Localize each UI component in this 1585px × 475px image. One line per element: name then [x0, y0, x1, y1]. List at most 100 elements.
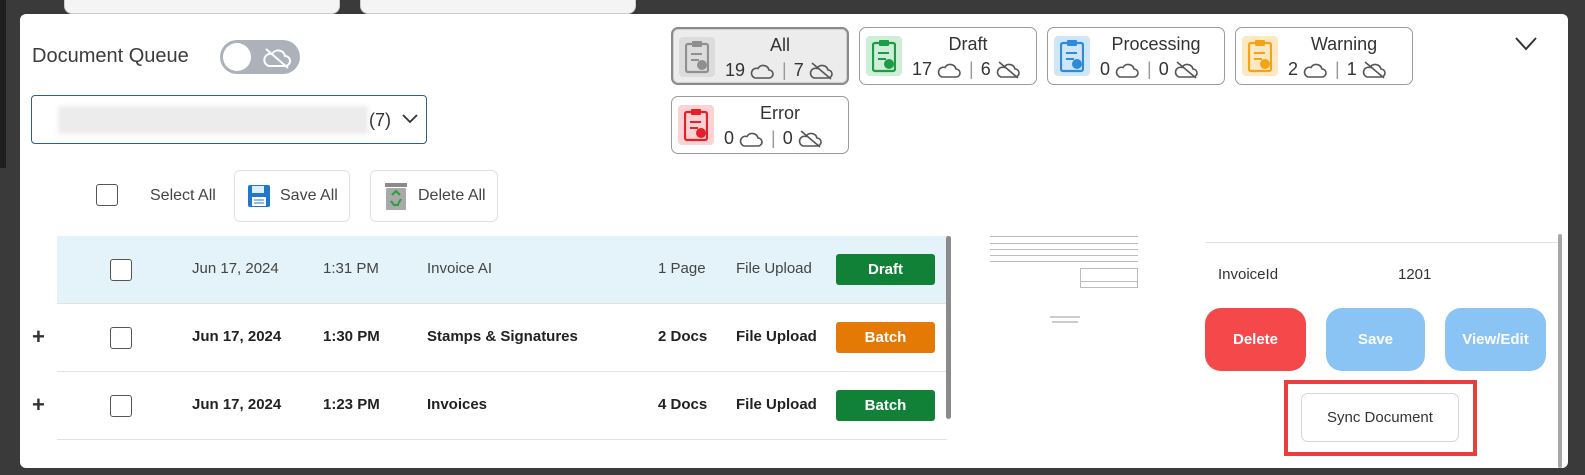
status-card-error[interactable]: Error 0 | 0	[671, 96, 849, 154]
status-card-label: All	[769, 35, 790, 55]
delete-all-label: Delete All	[418, 187, 486, 204]
cloud-count: 0	[1100, 59, 1111, 79]
row-document-name: Invoices	[427, 396, 488, 413]
collapse-chevron-icon[interactable]	[1515, 37, 1537, 51]
row-page-count: 1 Page	[658, 260, 706, 277]
page-title: Document Queue	[32, 45, 189, 67]
status-card-counts: 17 | 6	[912, 59, 1021, 80]
row-document-name: Stamps & Signatures	[427, 328, 578, 345]
offline-count: 7	[793, 60, 804, 80]
view-edit-button[interactable]: View/Edit	[1445, 308, 1546, 371]
delete-all-button[interactable]: Delete All	[370, 170, 498, 222]
preview-totals-box	[1080, 268, 1138, 288]
save-all-button[interactable]: Save All	[234, 170, 350, 222]
field-value-invoice-id: 1201	[1398, 266, 1432, 283]
cloud-count: 19	[725, 60, 746, 80]
expand-row-icon[interactable]: +	[32, 392, 45, 418]
offline-count: 6	[980, 59, 991, 79]
status-card-label: Draft	[948, 34, 988, 54]
offline-count: 0	[1158, 59, 1169, 79]
clipboard-icon	[1242, 36, 1278, 76]
row-checkbox[interactable]	[110, 327, 132, 349]
row-page-count: 4 Docs	[658, 396, 708, 413]
document-preview-thumbnail[interactable]	[990, 236, 1138, 328]
detail-divider	[1205, 242, 1560, 243]
row-time: 1:31 PM	[323, 260, 379, 277]
offline-count: 0	[782, 128, 793, 148]
cloud-icon	[1303, 63, 1327, 78]
row-source: File Upload	[736, 396, 817, 413]
preview-footer-text	[1050, 316, 1080, 318]
cloud-sync-toggle[interactable]	[220, 40, 300, 74]
recycle-bin-icon	[385, 183, 407, 210]
status-card-counts: 0 | 0	[724, 128, 823, 149]
queue-count: (7)	[369, 110, 391, 130]
row-date: Jun 17, 2024	[192, 260, 279, 277]
offline-count: 1	[1346, 59, 1357, 79]
cloud-off-icon	[1174, 60, 1198, 79]
status-card-counts: 2 | 1	[1288, 59, 1387, 80]
row-time: 1:23 PM	[323, 396, 380, 413]
status-badge[interactable]: Draft	[836, 254, 935, 285]
detail-scrollbar[interactable]	[1558, 234, 1562, 468]
redacted-queue-name	[58, 106, 368, 134]
chevron-down-icon	[402, 114, 418, 124]
cloud-icon	[750, 64, 774, 79]
cloud-off-icon	[1362, 60, 1386, 79]
row-page-count: 2 Docs	[658, 328, 708, 345]
cloud-off-icon	[263, 48, 291, 69]
row-date: Jun 17, 2024	[192, 396, 282, 413]
table-row[interactable]: Jun 17, 2024 1:30 PM Stamps & Signatures 2 …	[57, 304, 947, 372]
status-card-processing[interactable]: Processing 0 | 0	[1047, 27, 1225, 85]
cloud-count: 0	[724, 128, 735, 148]
cloud-icon	[1115, 63, 1139, 78]
row-date: Jun 17, 2024	[192, 328, 282, 345]
cloud-off-icon	[798, 129, 822, 148]
cloud-icon	[739, 132, 763, 147]
save-all-label: Save All	[280, 187, 338, 204]
save-button[interactable]: Save	[1326, 308, 1425, 371]
status-card-label: Warning	[1310, 34, 1378, 54]
list-scrollbar[interactable]	[946, 236, 951, 419]
delete-button[interactable]: Delete	[1205, 308, 1306, 371]
field-label-invoice-id: InvoiceId	[1218, 266, 1279, 283]
select-all-label: Select All	[150, 187, 216, 204]
clipboard-icon	[1054, 36, 1090, 76]
clipboard-icon	[678, 105, 714, 145]
status-card-draft[interactable]: Draft 17 | 6	[859, 27, 1037, 85]
status-badge[interactable]: Batch	[836, 390, 935, 421]
status-badge[interactable]: Batch	[836, 322, 935, 353]
cloud-off-icon	[996, 60, 1020, 79]
row-source: File Upload	[736, 260, 812, 277]
row-checkbox[interactable]	[110, 395, 132, 417]
preview-rule	[1080, 281, 1138, 282]
preview-footer-text	[1052, 321, 1078, 323]
document-queue-panel: Document Queue (7) All 19 | 7 Draft 17 | 6 Proce…	[20, 14, 1568, 468]
expand-row-icon[interactable]: +	[32, 324, 45, 350]
row-source: File Upload	[736, 328, 817, 345]
toggle-knob	[223, 43, 251, 71]
status-card-counts: 19 | 7	[725, 60, 834, 81]
window-left-edge	[0, 0, 6, 168]
floppy-disk-icon	[248, 185, 270, 207]
status-card-all[interactable]: All 19 | 7	[671, 27, 849, 85]
cloud-off-icon	[809, 61, 833, 80]
sync-document-button[interactable]: Sync Document	[1301, 393, 1459, 442]
background-tab	[360, 0, 636, 14]
cloud-count: 2	[1288, 59, 1299, 79]
table-row[interactable]: Jun 17, 2024 1:31 PM Invoice AI 1 Page File …	[57, 236, 947, 304]
table-row[interactable]: Jun 17, 2024 1:23 PM Invoices 4 Docs File Up…	[57, 372, 947, 440]
clipboard-icon	[679, 37, 715, 77]
status-card-label: Error	[760, 103, 800, 123]
cloud-count: 17	[912, 59, 933, 79]
row-time: 1:30 PM	[323, 328, 380, 345]
status-card-warning[interactable]: Warning 2 | 1	[1235, 27, 1413, 85]
queue-select[interactable]: (7)	[31, 95, 427, 144]
row-checkbox[interactable]	[110, 259, 132, 281]
select-all-checkbox[interactable]	[96, 184, 118, 206]
row-document-name: Invoice AI	[427, 260, 493, 277]
status-card-counts: 0 | 0	[1100, 59, 1199, 80]
status-card-label: Processing	[1111, 34, 1201, 54]
clipboard-icon	[866, 36, 902, 76]
background-tab	[64, 0, 340, 14]
